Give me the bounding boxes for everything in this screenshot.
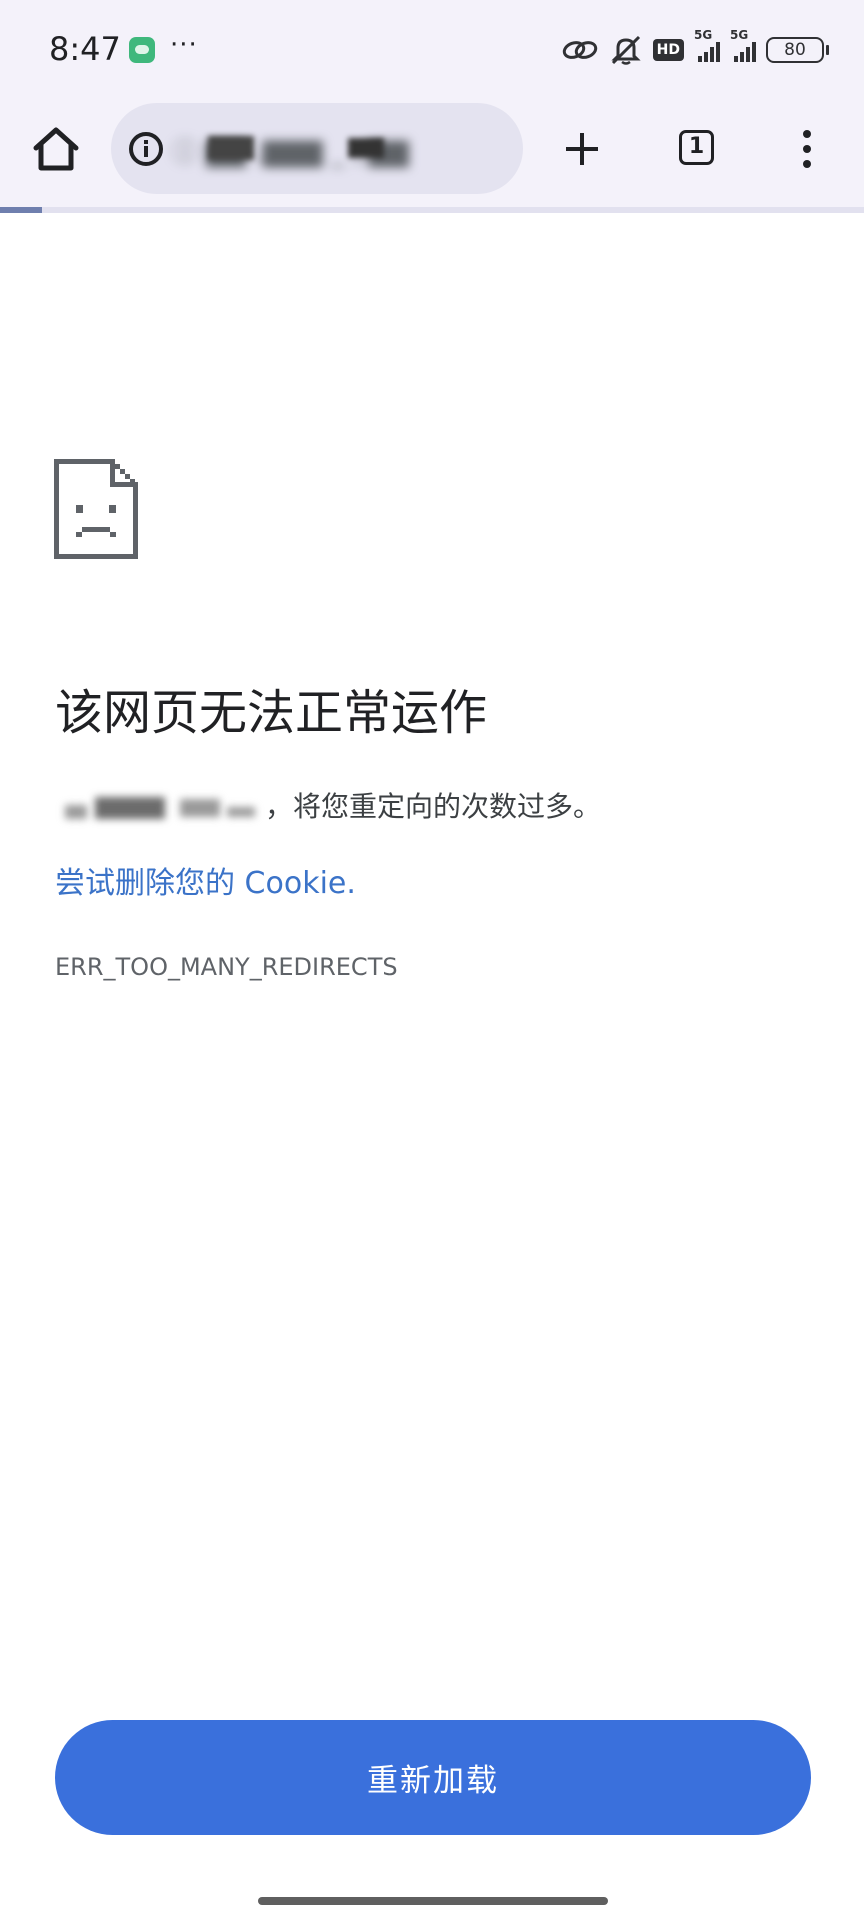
sad-document-icon — [54, 459, 138, 559]
more-notifications-icon: ··· — [170, 30, 198, 60]
site-info-icon[interactable] — [128, 131, 164, 167]
error-title: 该网页无法正常运作 — [55, 685, 488, 741]
overflow-menu-icon[interactable] — [795, 124, 819, 174]
new-tab-icon[interactable] — [560, 127, 604, 171]
status-bar: 8:47 ··· HD 5G 5G 80 — [0, 0, 864, 98]
link-icon — [562, 41, 597, 59]
status-time: 8:47 — [49, 30, 121, 68]
network-type-label: 5G — [694, 28, 713, 42]
battery-icon: 80 — [766, 37, 829, 63]
hd-voice-icon: HD — [652, 39, 684, 61]
page-load-progress-bar — [0, 207, 864, 213]
error-detail: ，将您重定向的次数过多。 — [55, 785, 601, 825]
network-type-label: 5G — [730, 28, 749, 42]
muted-bell-icon — [611, 35, 641, 65]
error-code: ERR_TOO_MANY_REDIRECTS — [55, 953, 398, 981]
home-icon[interactable] — [28, 120, 84, 180]
status-icons: HD 5G 5G 80 — [561, 28, 829, 70]
delete-cookies-link[interactable]: 尝试删除您的 Cookie. — [55, 858, 356, 902]
chat-app-notification-icon — [129, 37, 155, 63]
redacted-hostname — [55, 793, 265, 823]
reload-button[interactable]: 重新加载 — [55, 1720, 811, 1835]
error-detail-text: ，将您重定向的次数过多。 — [265, 790, 602, 823]
signal-icon-sim1: 5G — [694, 28, 720, 62]
url-redaction — [348, 138, 384, 158]
url-redaction — [208, 136, 254, 160]
gesture-home-indicator[interactable] — [258, 1897, 608, 1905]
tab-switcher-button[interactable]: 1 — [679, 130, 714, 165]
signal-icon-sim2: 5G — [730, 28, 756, 62]
